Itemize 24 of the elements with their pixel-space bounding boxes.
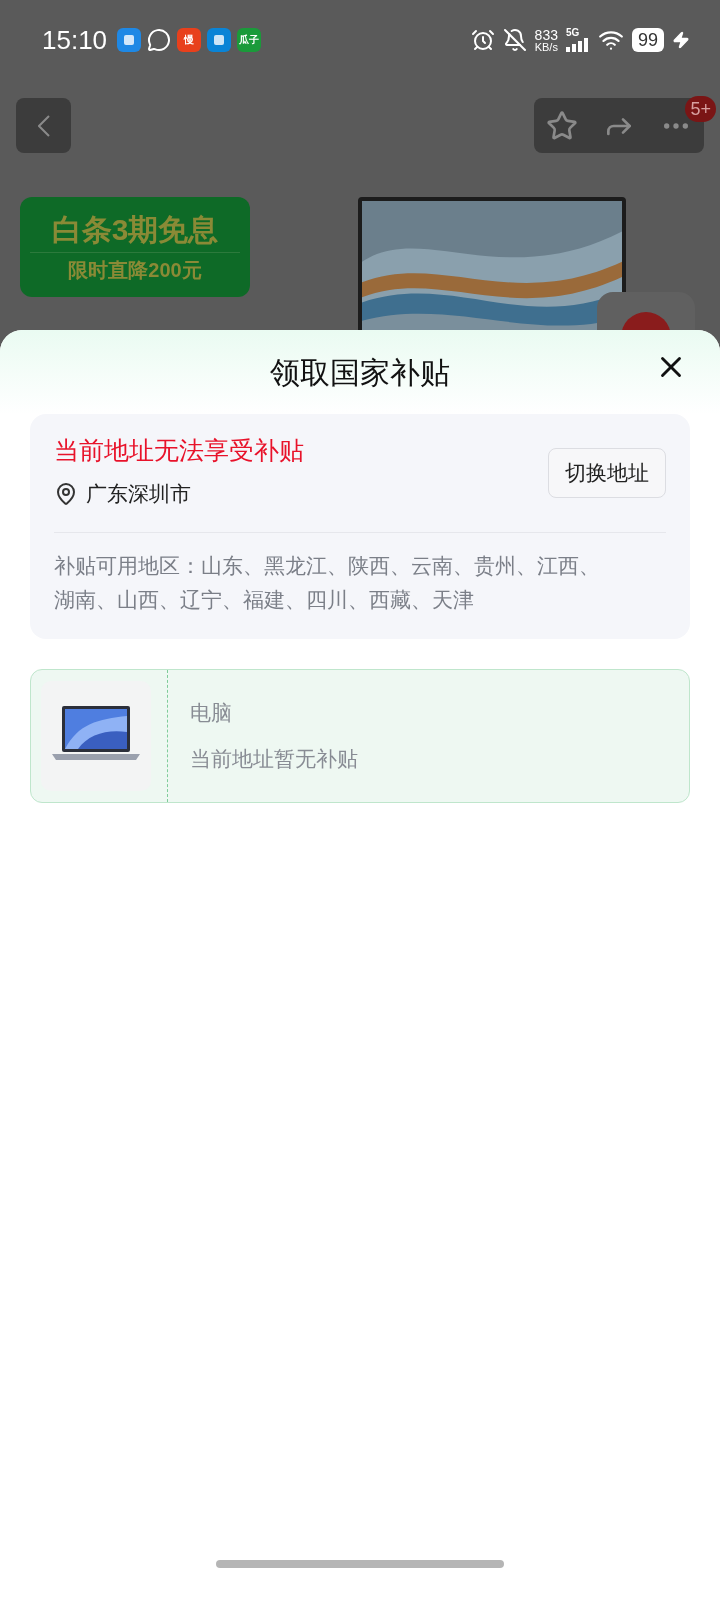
sheet-title: 领取国家补贴	[270, 354, 450, 391]
battery-level: 99	[631, 28, 664, 52]
speed-unit: KB/s	[534, 41, 558, 53]
subsidy-status: 当前地址暂无补贴	[190, 745, 358, 772]
back-icon	[37, 114, 50, 137]
promo-title: 白条3期免息	[51, 211, 219, 248]
warning-text: 当前地址无法享受补贴	[54, 435, 304, 466]
mute-icon	[502, 28, 527, 52]
clock: 15:10	[42, 23, 108, 57]
available-regions: 补贴可用地区：山东、黑龙江、陕西、云南、贵州、江西、湖南、山西、辽宁、福建、四川、西藏、天津	[54, 552, 601, 613]
network-speed: 833	[534, 27, 558, 42]
location-text: 广东深圳市	[86, 481, 191, 507]
product-name: 电脑	[190, 700, 233, 726]
notification-badge: 5+	[685, 96, 716, 122]
promo-subtitle: 限时直降200元	[68, 257, 202, 283]
location-icon	[54, 481, 78, 506]
app-icon: 瓜子	[237, 28, 262, 52]
signal-icon	[565, 38, 590, 52]
switch-address-button[interactable]: 切换地址	[548, 448, 666, 498]
network-type: 5G	[565, 28, 581, 38]
app-icon: 慢	[177, 28, 202, 52]
alarm-icon	[470, 28, 495, 52]
favorite-icon[interactable]	[546, 109, 579, 142]
charging-icon	[672, 31, 690, 49]
